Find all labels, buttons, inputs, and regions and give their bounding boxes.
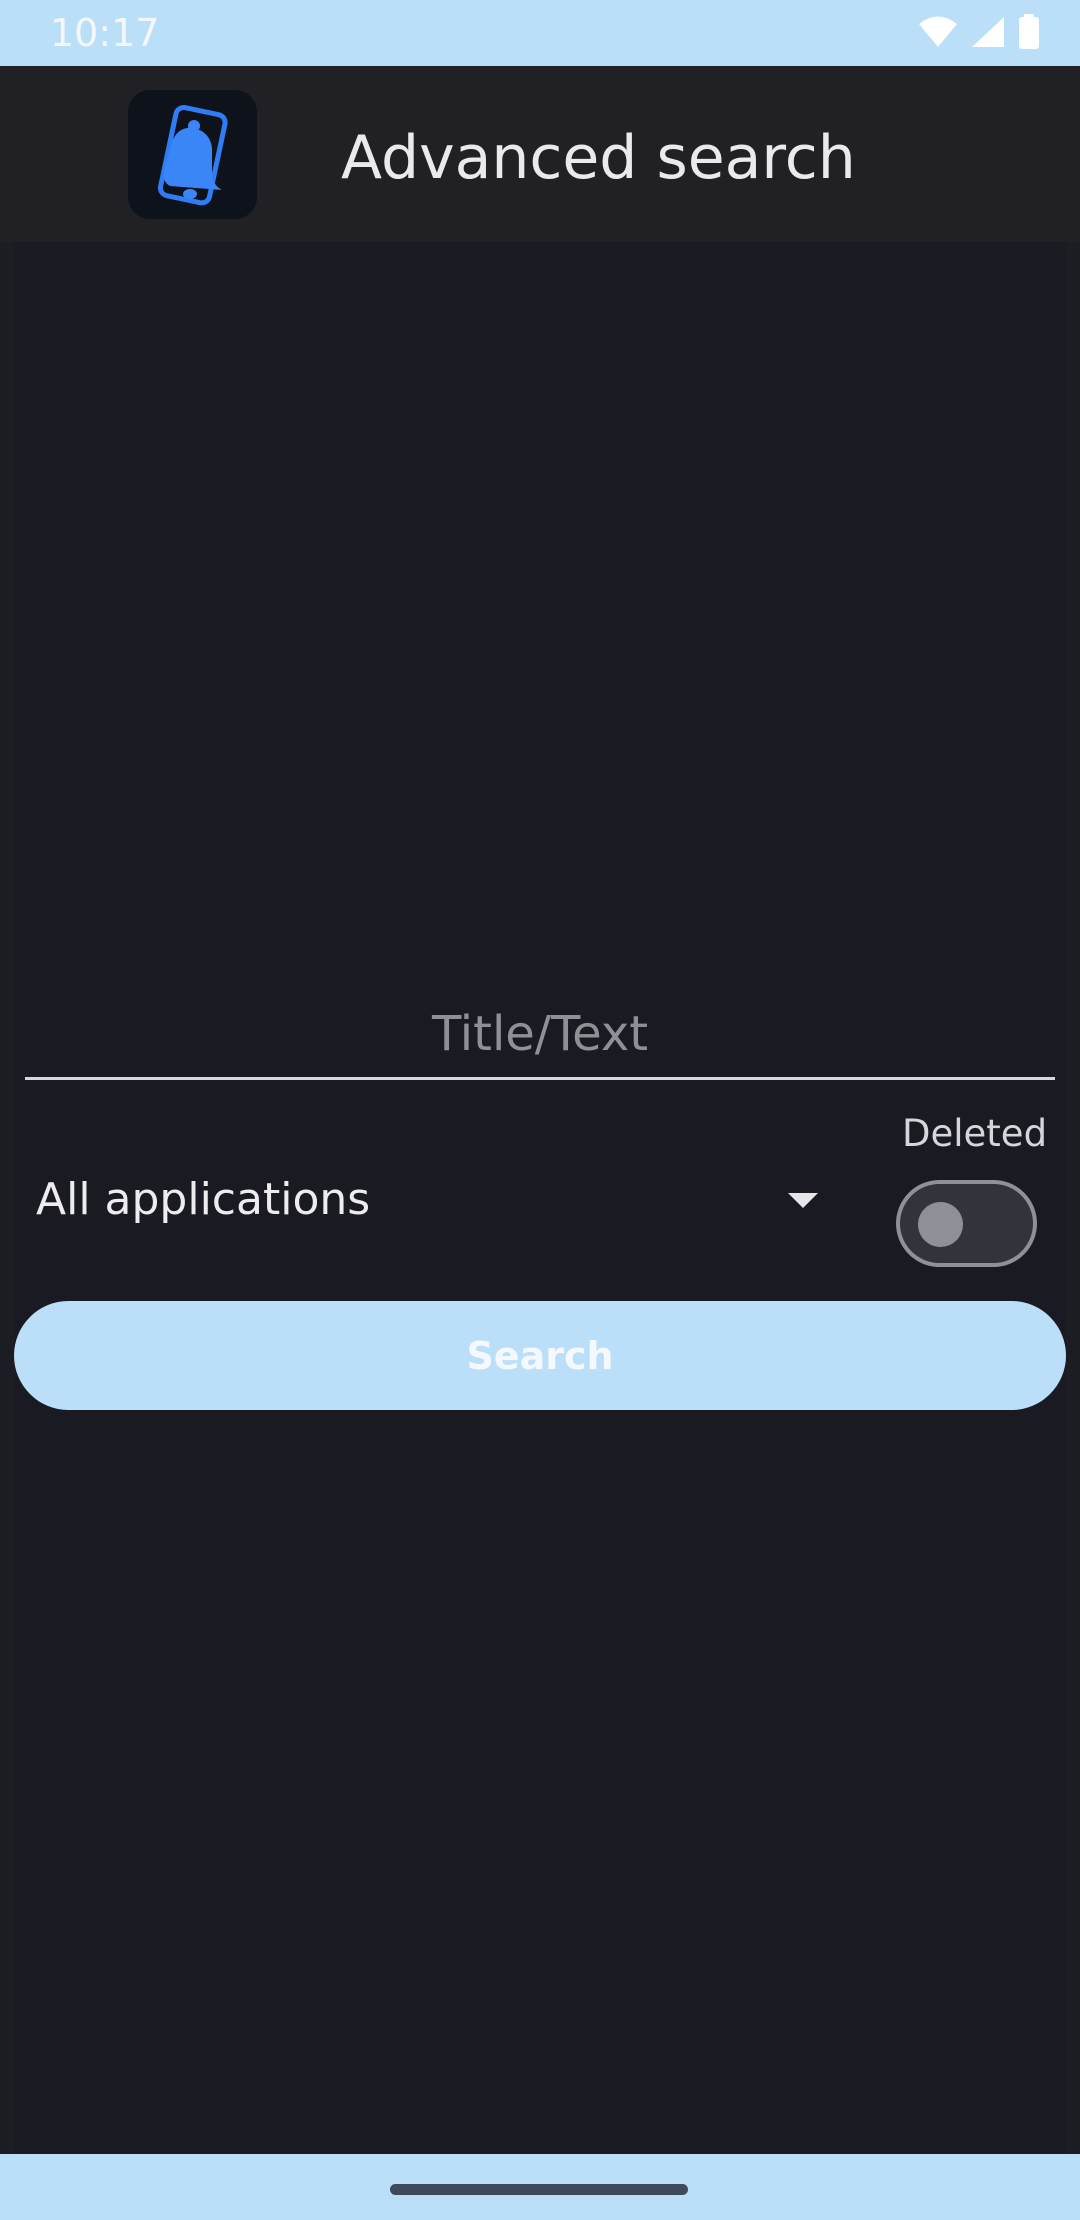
search-button[interactable]: Search bbox=[14, 1301, 1066, 1410]
title-text-input[interactable] bbox=[25, 990, 1055, 1080]
status-bar: 10:17 bbox=[0, 0, 1080, 66]
dropdown-arrow-icon bbox=[788, 1193, 818, 1208]
status-icons bbox=[918, 14, 1040, 50]
left-edge bbox=[0, 242, 14, 2154]
deleted-toggle[interactable] bbox=[896, 1180, 1037, 1267]
application-select[interactable]: All applications bbox=[36, 1160, 836, 1240]
right-edge bbox=[1066, 242, 1080, 2154]
navigation-bar bbox=[0, 2154, 1080, 2220]
app-logo-graphic bbox=[157, 104, 228, 206]
status-time: 10:17 bbox=[50, 11, 160, 55]
cell-signal-icon bbox=[972, 17, 1004, 47]
page-title: Advanced search bbox=[341, 123, 856, 193]
battery-icon bbox=[1019, 14, 1039, 49]
wifi-icon bbox=[919, 16, 957, 47]
toggle-thumb bbox=[918, 1202, 963, 1247]
app-bar: Advanced search bbox=[0, 66, 1080, 242]
bell-phone-icon bbox=[128, 90, 257, 219]
application-select-value: All applications bbox=[36, 1174, 371, 1225]
deleted-label: Deleted bbox=[902, 1112, 1048, 1155]
home-gesture-handle[interactable] bbox=[390, 2184, 688, 2195]
